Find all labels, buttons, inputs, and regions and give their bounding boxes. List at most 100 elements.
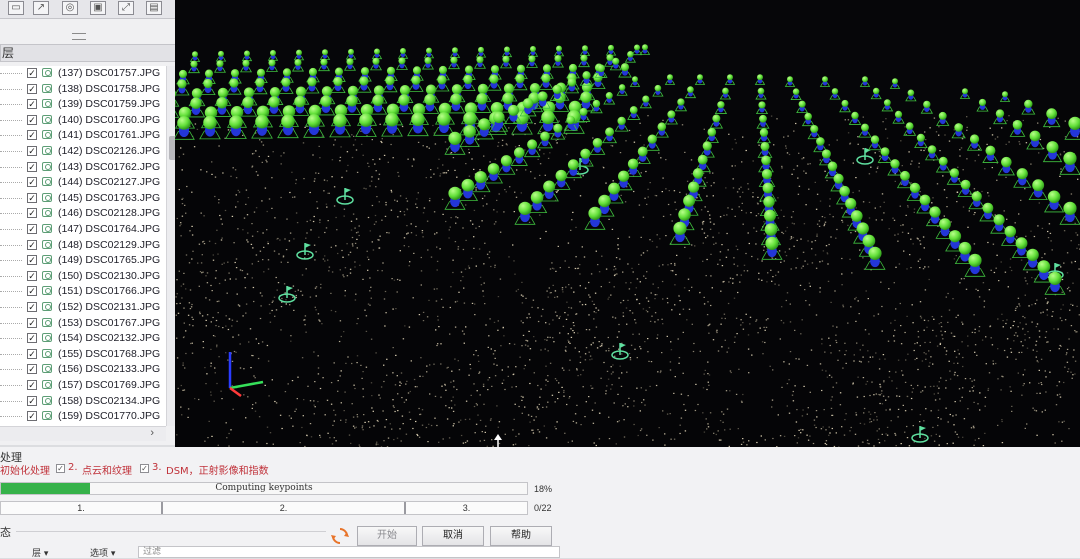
- image-list-item[interactable]: ✓(147) DSC01764.JPG: [0, 222, 166, 238]
- step-3-label[interactable]: DSM，正射影像和指数: [166, 462, 269, 477]
- step-1-label[interactable]: 初始化处理: [0, 462, 50, 477]
- image-checkbox[interactable]: ✓: [27, 271, 37, 281]
- panel-splitter-grip[interactable]: [72, 33, 86, 40]
- camera-toolbar-icon[interactable]: ▣: [90, 1, 106, 15]
- tree-connector: [0, 354, 22, 355]
- image-label: (150) DSC02130.JPG: [58, 270, 160, 282]
- camera-icon: [42, 333, 52, 342]
- image-list-item[interactable]: ✓(142) DSC02126.JPG: [0, 144, 166, 160]
- horizontal-scrollbar[interactable]: ›: [0, 426, 166, 441]
- tree-connector: [0, 135, 22, 136]
- image-checkbox[interactable]: ✓: [27, 396, 37, 406]
- image-list-item[interactable]: ✓(155) DSC01768.JPG: [0, 347, 166, 363]
- filter-input[interactable]: 过滤: [138, 546, 560, 558]
- image-checkbox[interactable]: ✓: [27, 68, 37, 78]
- camera-icon: [42, 130, 52, 139]
- image-checkbox[interactable]: ✓: [27, 99, 37, 109]
- image-list-item[interactable]: ✓(140) DSC01760.JPG: [0, 113, 166, 129]
- image-list-item[interactable]: ✓ (138) DSC01758.JPG: [0, 82, 166, 98]
- options-select[interactable]: 选项 ▾: [90, 546, 115, 558]
- step-2-checkbox[interactable]: ✓: [56, 464, 65, 473]
- image-list-item[interactable]: ✓(157) DSC01769.JPG: [0, 378, 166, 394]
- image-checkbox[interactable]: ✓: [27, 84, 37, 94]
- image-list-item[interactable]: ✓(137) DSC01757.JPG: [0, 66, 166, 82]
- cancel-button[interactable]: 取消: [422, 526, 484, 546]
- image-checkbox[interactable]: ✓: [27, 130, 37, 140]
- globe-icon[interactable]: ◎: [62, 1, 78, 15]
- image-list-item[interactable]: ✓(143) DSC01762.JPG: [0, 160, 166, 176]
- image-list-item[interactable]: ✓(151) DSC01766.JPG: [0, 284, 166, 300]
- image-checkbox[interactable]: ✓: [27, 364, 37, 374]
- image-list-item[interactable]: ✓(159) DSC01770.JPG: [0, 409, 166, 425]
- tree-connector: [0, 167, 22, 168]
- start-button[interactable]: 开始: [357, 526, 417, 546]
- image-list-item[interactable]: ✓ (144) DSC02127.JPG: [0, 175, 166, 191]
- camera-icon: [42, 380, 52, 389]
- image-label: (138) DSC01758.JPG: [58, 83, 160, 95]
- image-checkbox[interactable]: ✓: [27, 208, 37, 218]
- image-label: (144) DSC02127.JPG: [58, 176, 160, 188]
- image-checkbox[interactable]: ✓: [27, 240, 37, 250]
- point-cloud-scene[interactable]: [175, 0, 1080, 447]
- image-checkbox[interactable]: ✓: [27, 302, 37, 312]
- camera-icon: [42, 411, 52, 420]
- tree-connector: [0, 120, 22, 121]
- expand-icon[interactable]: ⤢: [118, 1, 134, 15]
- image-list-item[interactable]: ✓(141) DSC01761.JPG: [0, 128, 166, 144]
- image-checkbox[interactable]: ✓: [27, 286, 37, 296]
- help-button[interactable]: 帮助: [490, 526, 552, 546]
- camera-icon: [42, 302, 52, 311]
- path-icon[interactable]: ↗: [33, 1, 49, 15]
- 3d-viewport[interactable]: [175, 0, 1080, 447]
- step-2-number: 2.: [68, 462, 78, 473]
- image-list-item[interactable]: ✓ (145) DSC01763.JPG: [0, 191, 166, 207]
- image-checkbox[interactable]: ✓: [27, 162, 37, 172]
- camera-icon: [42, 286, 52, 295]
- step-2-label[interactable]: 点云和纹理: [82, 462, 132, 477]
- image-checkbox[interactable]: ✓: [27, 380, 37, 390]
- image-list-item[interactable]: ✓(149) DSC01765.JPG: [0, 253, 166, 269]
- scroll-right-icon[interactable]: ›: [150, 427, 154, 439]
- layer-select[interactable]: 层 ▾: [32, 546, 48, 558]
- image-checkbox[interactable]: ✓: [27, 177, 37, 187]
- step-3-checkbox[interactable]: ✓: [140, 464, 149, 473]
- image-checkbox[interactable]: ✓: [27, 193, 37, 203]
- image-checkbox[interactable]: ✓: [27, 255, 37, 265]
- camera-icon: [42, 177, 52, 186]
- tree-connector: [0, 89, 22, 90]
- resize-cursor-icon: [494, 434, 502, 447]
- status-label: 态: [0, 524, 11, 540]
- layers-icon[interactable]: ▭: [8, 1, 24, 15]
- camera-icon: [42, 162, 52, 171]
- image-list-item[interactable]: ✓(154) DSC02132.JPG: [0, 331, 166, 347]
- progress-status-text: Computing keypoints: [1, 483, 527, 494]
- image-checkbox[interactable]: ✓: [27, 224, 37, 234]
- image-list-item[interactable]: ✓(146) DSC02128.JPG: [0, 206, 166, 222]
- image-list-item[interactable]: ✓(156) DSC02133.JPG: [0, 362, 166, 378]
- image-checkbox[interactable]: ✓: [27, 349, 37, 359]
- image-list-item[interactable]: ✓(139) DSC01759.JPG: [0, 97, 166, 113]
- progress-bar: Computing keypoints: [0, 482, 528, 495]
- image-list-item[interactable]: ✓(153) DSC01767.JPG: [0, 316, 166, 332]
- tool-icon[interactable]: ▤: [146, 1, 162, 15]
- image-checkbox[interactable]: ✓: [27, 333, 37, 343]
- image-checkbox[interactable]: ✓: [27, 146, 37, 156]
- camera-icon: [42, 146, 52, 155]
- image-list-item[interactable]: ✓(158) DSC02134.JPG: [0, 394, 166, 410]
- tree-connector: [0, 369, 22, 370]
- tree-connector: [0, 182, 22, 183]
- image-label: (152) DSC02131.JPG: [58, 301, 160, 313]
- camera-icon: [42, 364, 52, 373]
- image-list[interactable]: ✓(137) DSC01757.JPG✓(138) DSC01758.JPG✓(…: [0, 66, 166, 426]
- image-checkbox[interactable]: ✓: [27, 318, 37, 328]
- image-checkbox[interactable]: ✓: [27, 411, 37, 421]
- tree-connector: [0, 151, 22, 152]
- image-list-item[interactable]: ✓(148) DSC02129.JPG: [0, 238, 166, 254]
- ground-control-points: [279, 148, 1063, 442]
- camera-icon: [42, 396, 52, 405]
- image-label: (145) DSC01763.JPG: [58, 192, 160, 204]
- image-list-item[interactable]: ✓ (152) DSC02131.JPG: [0, 300, 166, 316]
- image-list-item[interactable]: ✓ (150) DSC02130.JPG: [0, 269, 166, 285]
- image-checkbox[interactable]: ✓: [27, 115, 37, 125]
- refresh-icon[interactable]: [330, 526, 350, 546]
